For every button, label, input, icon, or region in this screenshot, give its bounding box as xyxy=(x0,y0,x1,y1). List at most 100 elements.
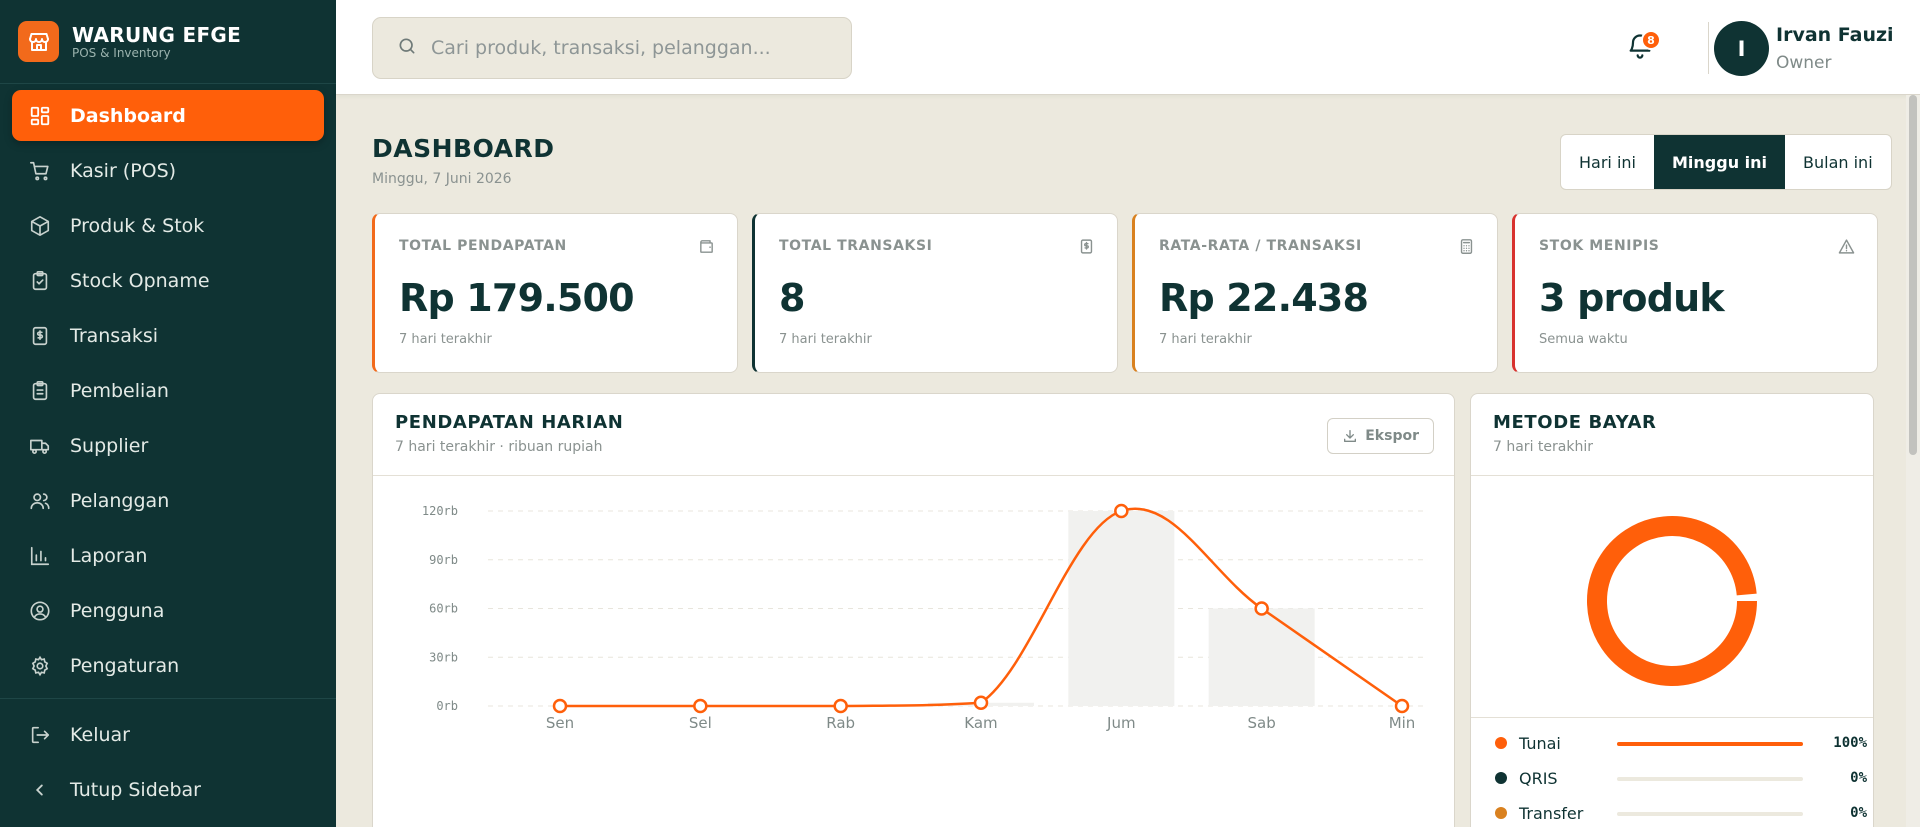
chevron-left-icon xyxy=(28,778,52,802)
kpi-subtitle: 7 hari terakhir xyxy=(1159,332,1252,347)
box-icon xyxy=(28,214,52,238)
legend-label: Transfer xyxy=(1519,803,1584,823)
y-tick-label: 60rb xyxy=(429,602,458,616)
kpi-label: TOTAL TRANSAKSI xyxy=(779,238,933,254)
legend-percent: 0% xyxy=(1850,770,1867,786)
card-subtitle: 7 hari terakhir · ribuan rupiah xyxy=(395,439,603,455)
x-tick-label: Kam xyxy=(964,714,997,732)
logout-button[interactable]: Keluar xyxy=(12,709,324,760)
brand-name: WARUNG EFGE xyxy=(72,22,242,47)
avatar[interactable]: I xyxy=(1714,21,1769,76)
users-icon xyxy=(28,489,52,513)
data-point xyxy=(973,695,989,710)
card-title: PENDAPATAN HARIAN xyxy=(395,412,624,433)
data-point xyxy=(1394,698,1410,714)
legend-bar-track xyxy=(1617,742,1803,746)
donut-slice xyxy=(1587,516,1757,686)
bar xyxy=(1208,608,1315,706)
revenue-chart: 0rb 30rb 60rb 90rb 120rb Sen Sel Rab Kam Jum Sab Mi… xyxy=(422,503,1425,732)
data-point xyxy=(552,698,568,714)
x-tick-label: Min xyxy=(1389,714,1416,732)
y-tick-label: 90rb xyxy=(429,553,458,567)
search-input[interactable] xyxy=(431,37,831,59)
sidebar-item-label: Produk & Stok xyxy=(70,214,205,237)
sidebar-item-stock-opname[interactable]: Stock Opname xyxy=(12,255,324,306)
search-icon xyxy=(397,36,417,60)
legend-item: Tunai 100% xyxy=(1495,731,1867,755)
sidebar-item-label: Pengaturan xyxy=(70,654,180,677)
sidebar-item-supplier[interactable]: Supplier xyxy=(12,420,324,471)
divider xyxy=(1471,717,1873,718)
sidebar: WARUNG EFGE POS & Inventory Dashboard Ka… xyxy=(0,0,336,827)
sidebar-item-label: Stock Opname xyxy=(70,269,210,292)
page-title: DASHBOARD xyxy=(372,134,555,163)
download-icon xyxy=(1344,430,1357,442)
sidebar-item-pembelian[interactable]: Pembelian xyxy=(12,365,324,416)
sidebar-item-pengguna[interactable]: Pengguna xyxy=(12,585,324,636)
kpi-value: Rp 179.500 xyxy=(399,276,635,320)
y-tick-label: 120rb xyxy=(422,504,458,518)
cart-icon xyxy=(28,159,52,183)
receipt-icon xyxy=(1078,238,1095,259)
kpi-label: TOTAL PENDAPATAN xyxy=(399,238,567,254)
kpi-card-low-stock[interactable]: STOK MENIPIS 3 produk Semua waktu xyxy=(1512,213,1878,373)
payment-donut-chart xyxy=(1587,516,1757,686)
kpi-card-transactions: TOTAL TRANSAKSI 8 7 hari terakhir xyxy=(752,213,1118,373)
range-today-button[interactable]: Hari ini xyxy=(1561,135,1654,189)
sidebar-item-produk[interactable]: Produk & Stok xyxy=(12,200,324,251)
wallet-icon xyxy=(698,238,715,259)
sidebar-item-label: Pembelian xyxy=(70,379,169,402)
sidebar-item-pengaturan[interactable]: Pengaturan xyxy=(12,640,324,691)
search-box[interactable] xyxy=(372,17,852,79)
user-circle-icon xyxy=(28,599,52,623)
kpi-label: RATA-RATA / TRANSAKSI xyxy=(1159,238,1362,254)
legend-bar-track xyxy=(1617,812,1803,816)
sidebar-item-transaksi[interactable]: Transaksi xyxy=(12,310,324,361)
sidebar-item-label: Dashboard xyxy=(70,104,186,127)
clipboard-check-icon xyxy=(28,269,52,293)
y-tick-label: 0rb xyxy=(436,699,458,713)
x-tick-label: Jum xyxy=(1106,714,1136,732)
legend-percent: 0% xyxy=(1850,805,1867,821)
kpi-label: STOK MENIPIS xyxy=(1539,238,1660,254)
kpi-value: Rp 22.438 xyxy=(1159,276,1369,320)
sidebar-item-label: Laporan xyxy=(70,544,148,567)
kpi-value: 8 xyxy=(779,276,805,320)
scrollbar[interactable] xyxy=(1906,95,1920,827)
user-name[interactable]: Irvan Fauzi xyxy=(1776,24,1894,46)
dashboard-icon xyxy=(28,104,52,128)
export-label: Ekspor xyxy=(1365,428,1419,444)
divider xyxy=(1708,22,1709,74)
range-month-button[interactable]: Bulan ini xyxy=(1785,135,1891,189)
sidebar-item-kasir[interactable]: Kasir (POS) xyxy=(12,145,324,196)
sidebar-item-laporan[interactable]: Laporan xyxy=(12,530,324,581)
x-tick-label: Sel xyxy=(689,714,712,732)
collapse-sidebar-button[interactable]: Tutup Sidebar xyxy=(12,764,324,815)
calculator-icon xyxy=(1458,238,1475,259)
sidebar-item-pelanggan[interactable]: Pelanggan xyxy=(12,475,324,526)
payment-method-card: METODE BAYAR 7 hari terakhir Tunai 100% QR… xyxy=(1470,393,1874,827)
bar xyxy=(1068,511,1175,706)
user-role: Owner xyxy=(1776,53,1832,73)
kpi-card-average: RATA-RATA / TRANSAKSI Rp 22.438 7 hari t… xyxy=(1132,213,1498,373)
brand[interactable]: WARUNG EFGE POS & Inventory xyxy=(0,0,336,84)
logout-icon xyxy=(28,723,52,747)
clipboard-icon xyxy=(28,379,52,403)
kpi-card-revenue: TOTAL PENDAPATAN Rp 179.500 7 hari terak… xyxy=(372,213,738,373)
notification-badge: 8 xyxy=(1641,30,1661,50)
legend-dot xyxy=(1495,772,1507,784)
card-subtitle: 7 hari terakhir xyxy=(1493,439,1593,455)
x-tick-label: Sab xyxy=(1248,714,1276,732)
export-button[interactable]: Ekspor xyxy=(1327,418,1434,454)
legend-bar-fill xyxy=(1617,742,1803,746)
warning-icon xyxy=(1838,238,1855,259)
kpi-subtitle: 7 hari terakhir xyxy=(779,332,872,347)
sidebar-item-label: Tutup Sidebar xyxy=(70,778,201,801)
sidebar-bottom: Keluar Tutup Sidebar xyxy=(0,698,336,819)
y-tick-label: 30rb xyxy=(429,650,458,664)
range-week-button[interactable]: Minggu ini xyxy=(1653,135,1786,189)
scrollbar-thumb[interactable] xyxy=(1909,95,1917,455)
kpi-subtitle: Semua waktu xyxy=(1539,332,1628,347)
sidebar-item-label: Supplier xyxy=(70,434,149,457)
sidebar-item-dashboard[interactable]: Dashboard xyxy=(12,90,324,141)
